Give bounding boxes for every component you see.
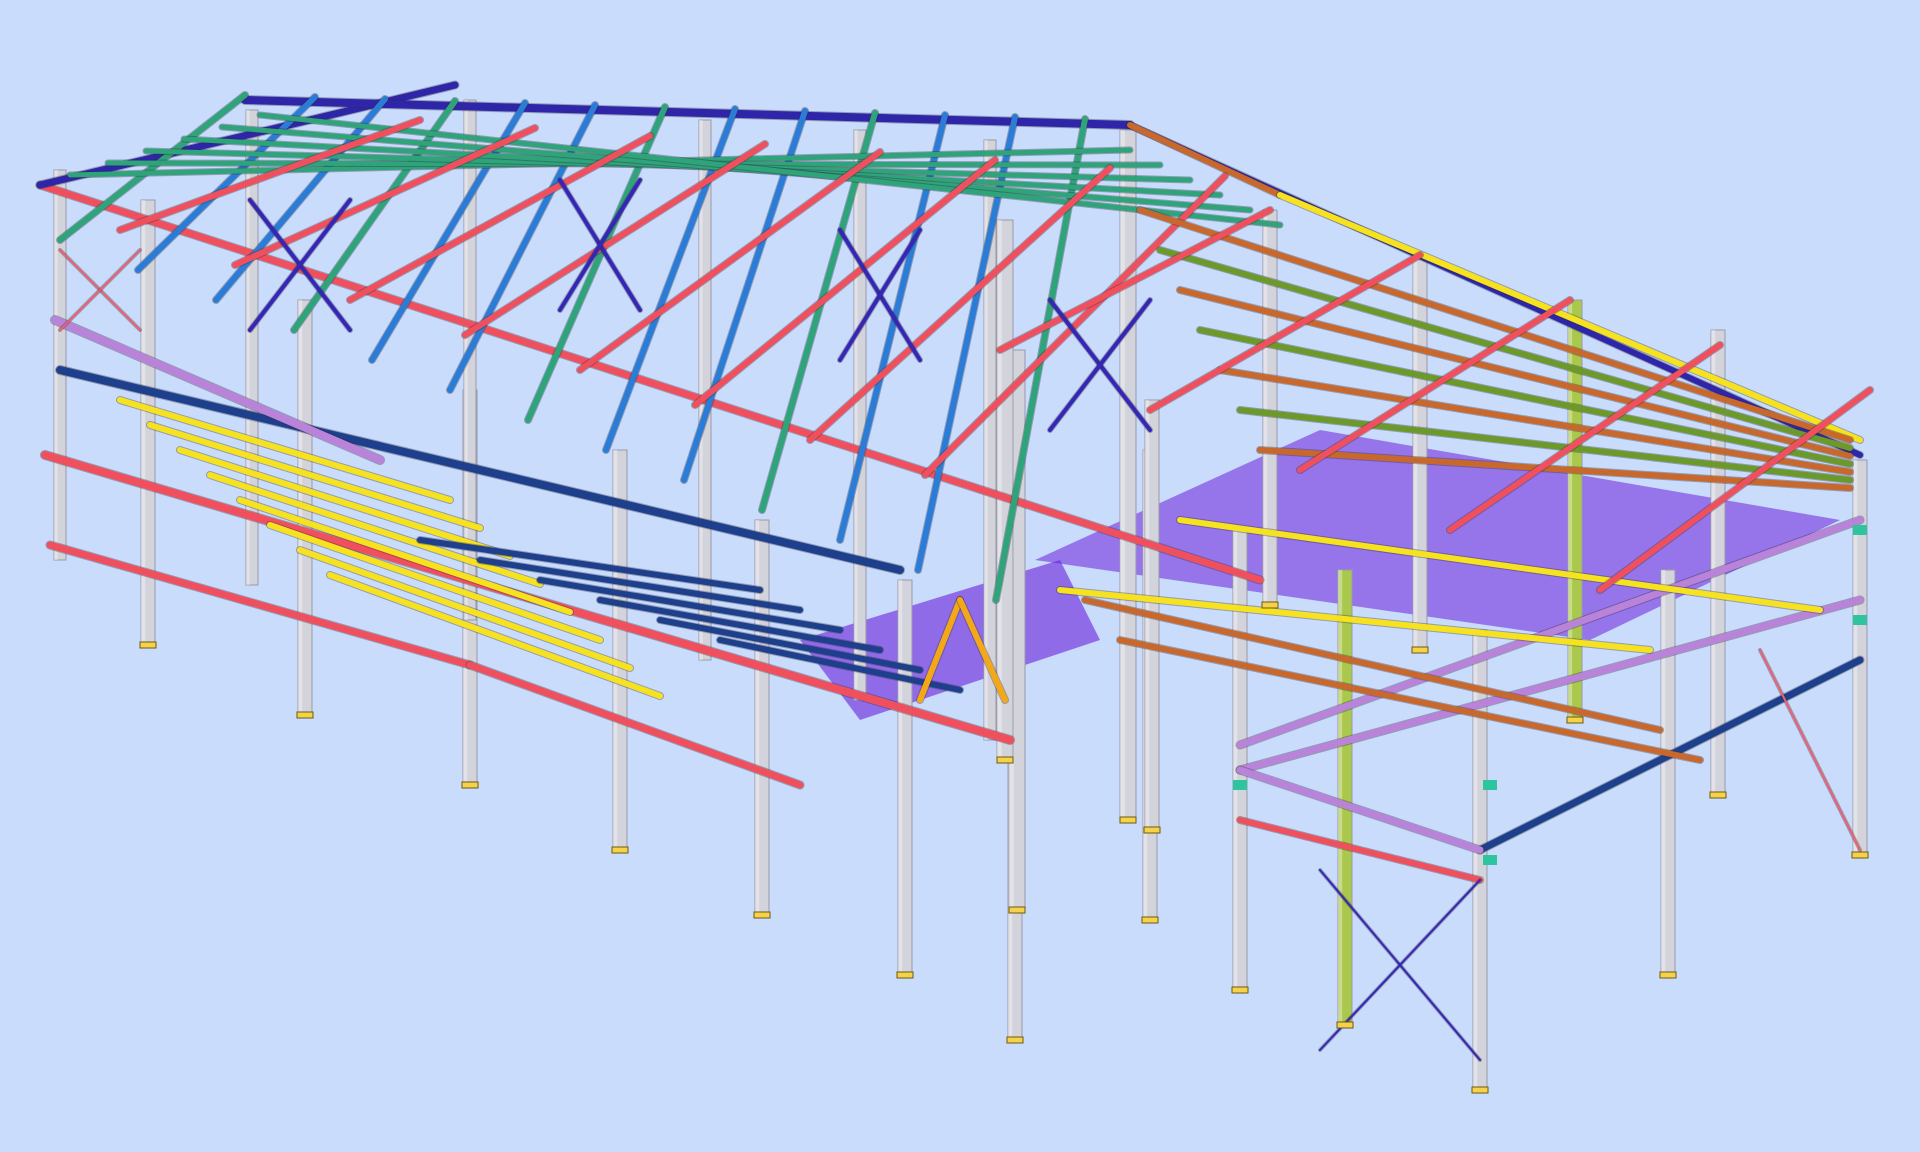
front-column-6-highlight — [898, 580, 903, 975]
right-wing-column-7-highlight — [1263, 210, 1268, 605]
base-plate-center-2 — [1119, 816, 1137, 824]
right-wing-column-3-highlight — [1473, 630, 1478, 1090]
base-plate-center-3 — [996, 756, 1014, 764]
front-column-4-highlight — [613, 450, 618, 850]
front-column-5-highlight — [755, 520, 760, 915]
base-plate-front-2 — [296, 711, 314, 719]
connector-plate-1 — [1483, 780, 1497, 790]
base-plate-right-1 — [1231, 986, 1249, 994]
back-column-1-highlight — [54, 170, 58, 560]
base-plate-center-1 — [1008, 906, 1026, 914]
right-wing-column-2-highlight — [1338, 570, 1343, 1025]
model-viewport[interactable] — [0, 0, 1920, 1152]
base-plate-right-5 — [1851, 851, 1869, 859]
connector-plate-2 — [1853, 525, 1867, 535]
base-plate-right-4 — [1659, 971, 1677, 979]
steel-structure-3d-model[interactable] — [0, 0, 1920, 1152]
base-plate-right-10 — [1709, 791, 1727, 799]
base-plate-right-8 — [1411, 646, 1429, 654]
base-plate-right-6 — [1141, 916, 1159, 924]
base-plate-front-3 — [461, 781, 479, 789]
right-wing-column-4-highlight — [1661, 570, 1666, 975]
base-plate-front-6 — [896, 971, 914, 979]
connector-plate-3 — [1853, 615, 1867, 625]
back-column-5-highlight — [854, 130, 858, 700]
base-plate-front-5 — [753, 911, 771, 919]
base-plate-front-4 — [611, 846, 629, 854]
base-plate-front-1 — [139, 641, 157, 649]
base-plate-right-2 — [1336, 1021, 1354, 1029]
base-plate-right-9 — [1566, 716, 1584, 724]
base-plate-front-7 — [1006, 1036, 1024, 1044]
right-wing-column-8-highlight — [1413, 255, 1418, 650]
base-plate-right-3 — [1471, 1086, 1489, 1094]
connector-plate-5 — [1483, 855, 1497, 865]
base-plate-right-11 — [1143, 826, 1161, 834]
connector-plate-4 — [1233, 780, 1247, 790]
center-column-2-highlight — [1120, 130, 1125, 820]
base-plate-right-7 — [1261, 601, 1279, 609]
right-wing-column-1-highlight — [1233, 530, 1238, 990]
right-wing-column-9-highlight — [1568, 300, 1573, 720]
